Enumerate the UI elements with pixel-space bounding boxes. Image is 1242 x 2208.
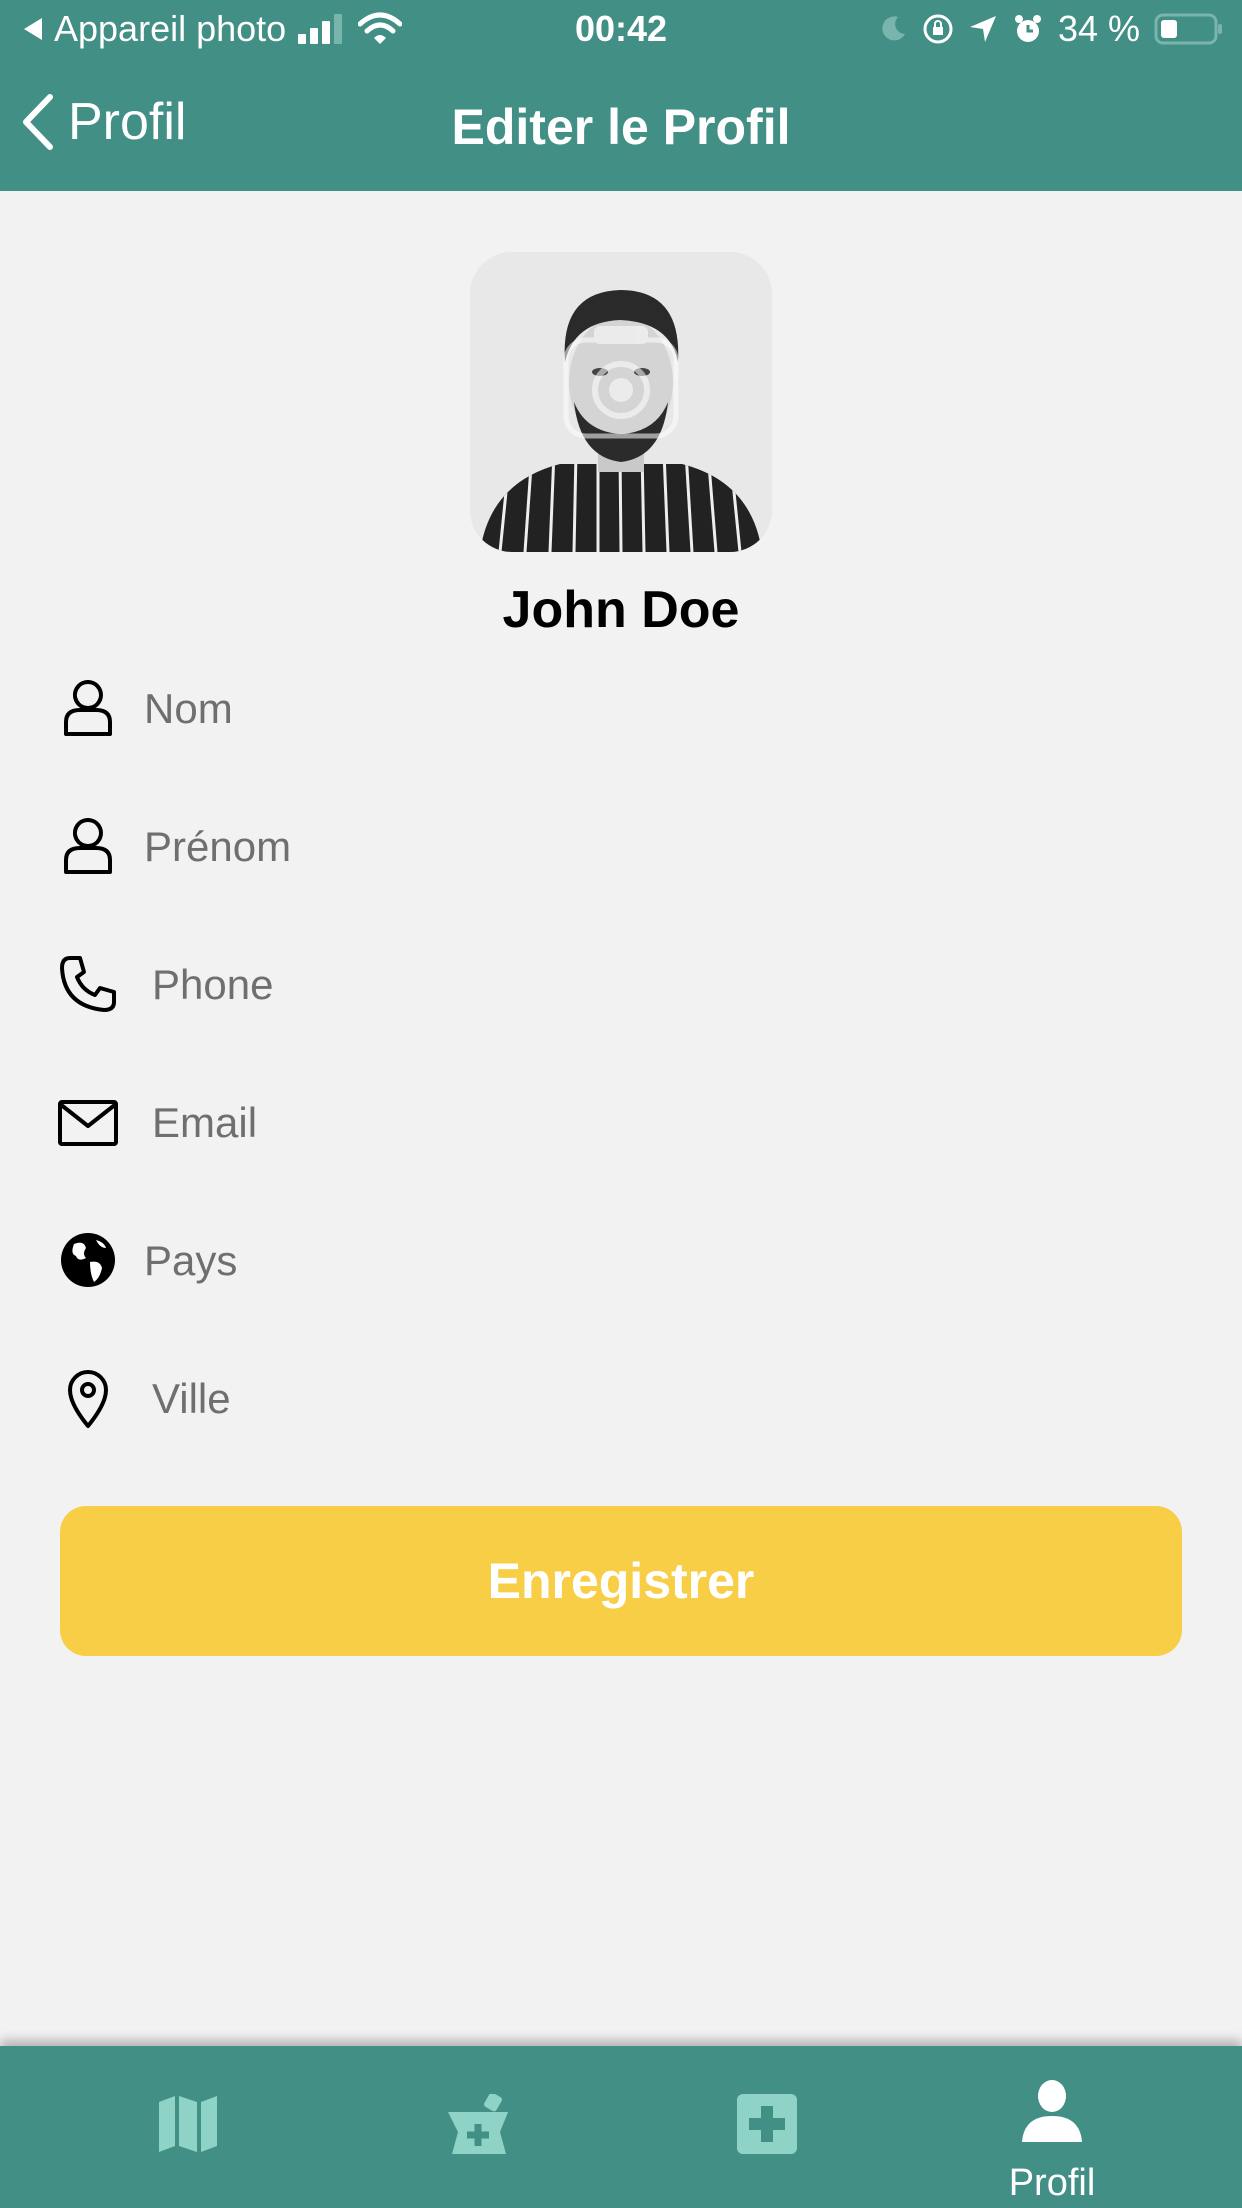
alarm-icon: [1014, 15, 1041, 42]
profile-photo[interactable]: [470, 252, 772, 552]
phone-icon: [60, 956, 116, 1012]
email-input[interactable]: [150, 1090, 1194, 1156]
field-phone: [0, 934, 1242, 1034]
person-icon: [1022, 2080, 1082, 2142]
location-arrow-icon: [969, 16, 996, 42]
moon-icon: [882, 16, 905, 41]
tab-pharmacy[interactable]: [323, 2046, 633, 2208]
prenom-input[interactable]: [142, 814, 1186, 880]
status-bar: Appareil photo 00:42 34 %: [0, 0, 1242, 62]
globe-icon: [61, 1233, 115, 1287]
tab-profil[interactable]: Profil: [897, 2046, 1207, 2208]
field-nom: [0, 658, 1242, 758]
profile-name: John Doe: [502, 581, 740, 639]
nom-input[interactable]: [142, 676, 1186, 742]
medical-cross-icon: [737, 2094, 797, 2154]
page-title: Editer le Profil: [451, 99, 791, 155]
envelope-icon: [58, 1100, 118, 1146]
field-pays: [0, 1210, 1242, 1310]
tab-profil-label: Profil: [1008, 2162, 1096, 2204]
map-pin-icon: [68, 1370, 108, 1428]
ville-input[interactable]: [150, 1366, 1194, 1432]
phone-input[interactable]: [150, 952, 1194, 1018]
tab-medical[interactable]: [612, 2046, 922, 2208]
field-prenom: [0, 796, 1242, 896]
status-right: 34 %: [878, 8, 1224, 50]
tab-map[interactable]: [33, 2046, 343, 2208]
profile-photo-image: [470, 252, 772, 552]
pharmacy-icon: [448, 2094, 508, 2154]
person-outline-icon: [64, 680, 112, 736]
field-email: [0, 1072, 1242, 1172]
nav-bar: Profil Editer le Profil: [0, 62, 1242, 191]
person-outline-icon: [64, 818, 112, 874]
rotation-lock-icon: [923, 14, 953, 44]
map-icon: [159, 2096, 217, 2152]
pays-input[interactable]: [142, 1228, 1186, 1294]
save-button[interactable]: Enregistrer: [60, 1506, 1182, 1656]
tab-bar: Profil: [0, 2046, 1242, 2208]
field-ville: [0, 1348, 1242, 1448]
header: Appareil photo 00:42 34 % Profil Editer …: [0, 0, 1242, 191]
battery-percent: 34 %: [1057, 8, 1140, 49]
battery-icon: [1154, 13, 1222, 45]
